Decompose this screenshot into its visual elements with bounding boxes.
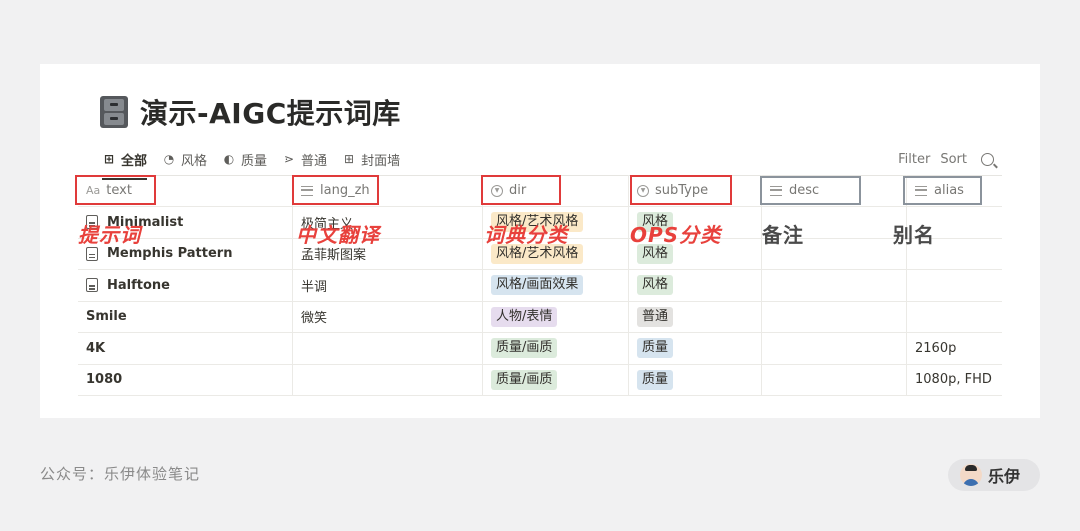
cell-value: 1080p, FHD	[915, 372, 992, 388]
cell-text[interactable]: 1080	[78, 365, 292, 396]
page-header: 演示-AIGC提示词库	[100, 92, 401, 132]
footer-account: 公众号：乐伊体验笔记	[40, 465, 201, 483]
table-icon: ⊞	[103, 152, 115, 166]
select-tag: 人物/表情	[491, 306, 558, 327]
page-title[interactable]: 演示-AIGC提示词库	[140, 92, 401, 132]
select-tag: 质量	[637, 338, 674, 359]
cell-lang-zh[interactable]: 微笑	[292, 301, 482, 332]
annotation-label-text: 提示词	[78, 223, 141, 247]
tab-label: 质量	[241, 153, 268, 169]
cell-subtype[interactable]: 风格	[628, 270, 761, 301]
cell-text[interactable]: Smile	[78, 302, 292, 333]
select-tag: 质量/画质	[491, 338, 558, 359]
select-tag: 质量	[637, 369, 674, 390]
contrast-icon: ◐	[223, 152, 235, 166]
search-icon[interactable]	[981, 152, 994, 166]
annotation-box-desc	[760, 176, 861, 205]
cell-desc[interactable]	[761, 301, 906, 332]
cell-lang-zh[interactable]: 半调	[292, 270, 482, 301]
tab-all[interactable]: ⊞ 全部	[102, 148, 148, 180]
cell-alias[interactable]	[906, 270, 1002, 301]
page-icon	[86, 246, 98, 261]
table-row[interactable]: 4K 质量/画质 质量 2160p	[78, 333, 1002, 365]
tab-quality[interactable]: ◐ 质量	[222, 148, 267, 170]
annotation-label-subtype: OPS分类	[630, 223, 722, 247]
select-tag: 普通	[637, 306, 674, 327]
annotation-box-subtype	[630, 175, 732, 205]
row-title: 4K	[86, 340, 106, 356]
row-title: Smile	[86, 309, 127, 325]
page-icon	[86, 278, 98, 293]
cell-value: 微笑	[301, 311, 328, 327]
author-name: 乐伊	[988, 467, 1021, 486]
annotation-label-alias: 别名	[893, 223, 935, 247]
file-cabinet-icon	[100, 96, 128, 128]
filter-button[interactable]: Filter	[898, 152, 930, 167]
annotation-box-alias	[903, 176, 982, 205]
cell-alias[interactable]	[906, 301, 1002, 332]
avatar	[960, 464, 982, 486]
annotation-label-lang-zh: 中文翻译	[296, 223, 380, 247]
cell-subtype[interactable]: 质量	[628, 364, 761, 395]
view-tabs: ⊞ 全部 ◔ 风格 ◐ 质量 ⋗ 普通 ⊞ 封面墙	[102, 148, 400, 180]
row-title: Halftone	[107, 277, 170, 293]
tab-label: 封面墙	[361, 153, 401, 169]
select-tag: 质量/画质	[491, 369, 558, 390]
table-row[interactable]: Smile 微笑 人物/表情 普通	[78, 301, 1002, 333]
tab-style[interactable]: ◔ 风格	[162, 148, 207, 170]
row-title: Memphis Pattern	[107, 246, 233, 262]
database-card: 演示-AIGC提示词库 ⊞ 全部 ◔ 风格 ◐ 质量 ⋗ 普通 ⊞ 封面墙 Fi…	[40, 64, 1040, 418]
cell-lang-zh[interactable]	[292, 364, 482, 395]
select-tag: 风格/画面效果	[491, 275, 584, 296]
cell-value: 半调	[301, 279, 328, 295]
tab-label: 风格	[181, 153, 208, 169]
annotation-box-dir	[481, 175, 561, 205]
cell-alias[interactable]: 2160p	[906, 333, 1002, 364]
table-row[interactable]: Halftone 半调 风格/画面效果 风格	[78, 270, 1002, 302]
cell-lang-zh[interactable]	[292, 333, 482, 364]
annotation-label-desc: 备注	[762, 223, 804, 247]
cell-subtype[interactable]: 质量	[628, 333, 761, 364]
tab-label: 全部	[121, 153, 148, 169]
database-table: Aa text lang_zh ▼ dir ▼ subType desc ali…	[78, 175, 1002, 396]
tab-label: 普通	[301, 153, 328, 169]
cell-value: 2160p	[915, 340, 957, 356]
cell-desc[interactable]	[761, 333, 906, 364]
table-row[interactable]: 1080 质量/画质 质量 1080p, FHD	[78, 364, 1002, 396]
cell-dir[interactable]: 风格/画面效果	[482, 270, 628, 301]
palette-icon: ◔	[163, 152, 175, 166]
cell-text[interactable]: 4K	[78, 333, 292, 364]
cell-text[interactable]: Halftone	[78, 270, 292, 301]
cell-dir[interactable]: 人物/表情	[482, 301, 628, 332]
cell-alias[interactable]: 1080p, FHD	[906, 364, 1002, 395]
gallery-icon: ⊞	[344, 152, 355, 166]
row-title: 1080	[86, 372, 123, 388]
author-badge: 乐伊	[948, 459, 1040, 491]
tab-normal[interactable]: ⋗ 普通	[282, 148, 327, 170]
annotation-box-lang-zh	[292, 175, 379, 205]
cell-desc[interactable]	[761, 270, 906, 301]
fish-icon: ⋗	[284, 152, 295, 166]
select-tag: 风格	[637, 275, 674, 296]
cell-dir[interactable]: 质量/画质	[482, 333, 628, 364]
toolbar: Filter Sort	[898, 148, 994, 170]
cell-subtype[interactable]: 普通	[628, 301, 761, 332]
sort-button[interactable]: Sort	[940, 152, 967, 167]
annotation-label-dir: 词典分类	[484, 223, 568, 247]
cell-desc[interactable]	[761, 364, 906, 395]
annotation-box-text	[75, 175, 156, 205]
tab-gallery[interactable]: ⊞ 封面墙	[342, 148, 400, 170]
cell-dir[interactable]: 质量/画质	[482, 364, 628, 395]
